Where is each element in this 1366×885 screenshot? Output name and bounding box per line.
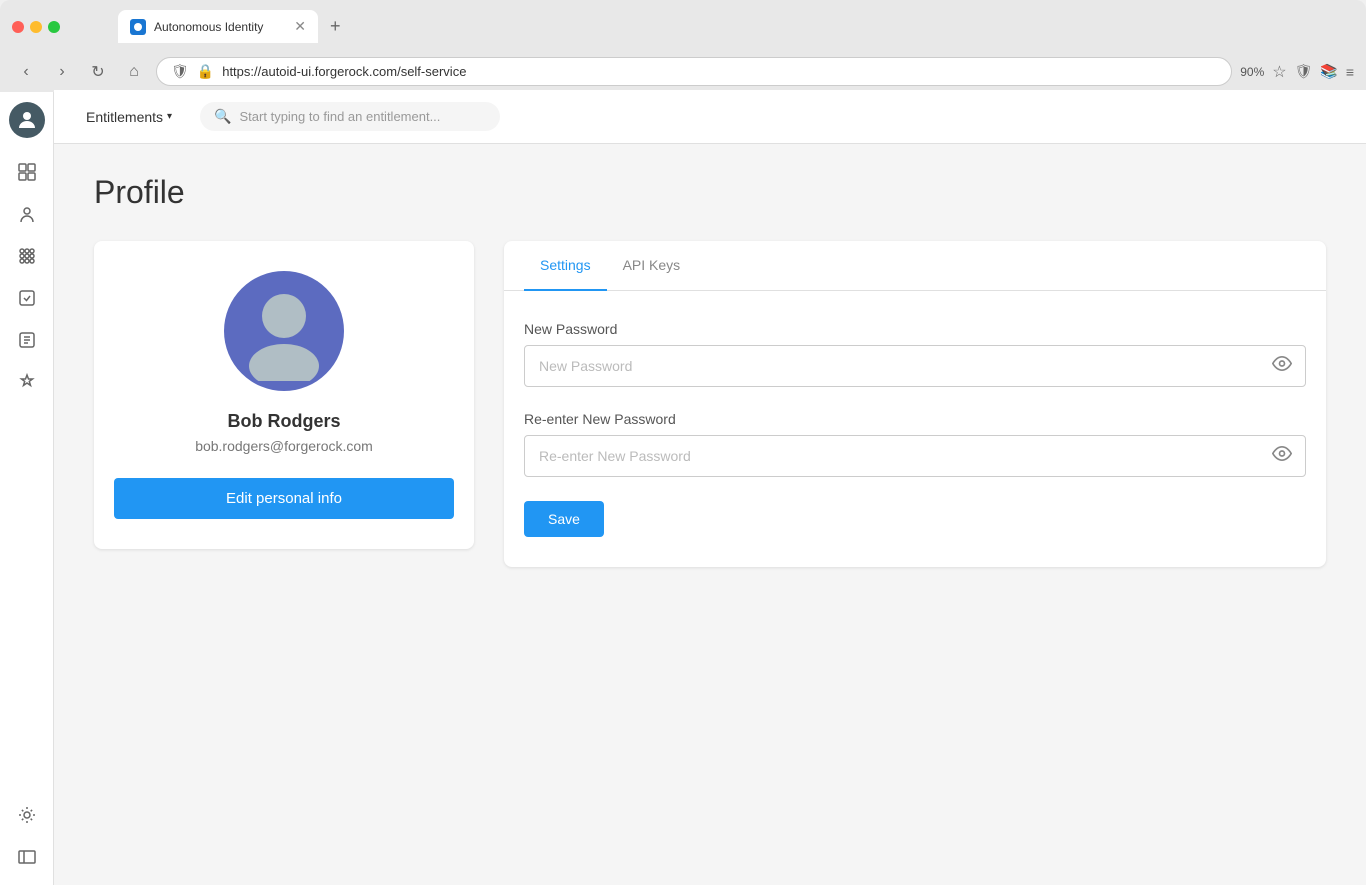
new-password-wrapper [524, 345, 1306, 387]
app-container: Entitlements ▾ 🔍 Start typing to find an… [0, 92, 1366, 885]
sidebar-item-settings[interactable] [9, 797, 45, 833]
search-icon: 🔍 [214, 108, 231, 125]
sidebar-item-dashboard[interactable] [9, 154, 45, 190]
dropdown-chevron-icon: ▾ [167, 111, 172, 122]
user-email: bob.rodgers@forgerock.com [195, 438, 373, 454]
page-title: Profile [94, 174, 1326, 211]
sidebar-item-users[interactable] [9, 196, 45, 232]
tab-favicon [130, 19, 146, 35]
toggle-re-enter-password-visibility-icon[interactable] [1272, 444, 1292, 469]
sidebar-item-rules[interactable] [9, 364, 45, 400]
lock-icon: 🔒 [197, 63, 214, 80]
tab-content-settings: New Password Re-enter New Password [504, 291, 1326, 567]
entitlements-dropdown[interactable]: Entitlements ▾ [74, 103, 184, 131]
entitlements-label: Entitlements [86, 109, 163, 125]
browser-chrome: Autonomous Identity ✕ + ‹ › ↻ ⌂ 🛡 🔒 http… [0, 0, 1366, 92]
minimize-window-button[interactable] [30, 21, 42, 33]
tab-settings[interactable]: Settings [524, 241, 607, 291]
user-avatar[interactable] [9, 102, 45, 138]
back-button[interactable]: ‹ [12, 58, 40, 86]
home-button[interactable]: ⌂ [120, 58, 148, 86]
sidebar-item-reports[interactable] [9, 322, 45, 358]
new-tab-button[interactable]: + [322, 12, 349, 41]
sidebar [0, 92, 54, 885]
settings-panel: Settings API Keys New Password [504, 241, 1326, 567]
window-controls [12, 21, 60, 33]
forward-button[interactable]: › [48, 58, 76, 86]
tabs: Settings API Keys [504, 241, 1326, 291]
save-button[interactable]: Save [524, 501, 604, 537]
re-enter-password-input[interactable] [524, 435, 1306, 477]
browser-right-icons: 🛡 📚 ≡ [1295, 63, 1354, 80]
url-display[interactable]: https://autoid-ui.forgerock.com/self-ser… [222, 64, 1217, 79]
bookmark-star-icon[interactable]: ☆ [1272, 62, 1286, 82]
shield-icon: 🛡 [171, 63, 189, 80]
zoom-level: 90% [1240, 65, 1264, 79]
menu-icon[interactable]: ≡ [1346, 64, 1354, 80]
close-window-button[interactable] [12, 21, 24, 33]
user-name: Bob Rodgers [227, 411, 340, 432]
profile-card: Bob Rodgers bob.rodgers@forgerock.com Ed… [94, 241, 474, 549]
tab-api-keys[interactable]: API Keys [607, 241, 697, 291]
library-icon: 📚 [1320, 63, 1337, 80]
re-enter-password-label: Re-enter New Password [524, 411, 1306, 427]
avatar [224, 271, 344, 391]
new-password-label: New Password [524, 321, 1306, 337]
content-layout: Bob Rodgers bob.rodgers@forgerock.com Ed… [94, 241, 1326, 567]
new-password-input[interactable] [524, 345, 1306, 387]
search-placeholder: Start typing to find an entitlement... [240, 109, 441, 124]
close-tab-button[interactable]: ✕ [294, 18, 306, 35]
address-bar[interactable]: 🛡 🔒 https://autoid-ui.forgerock.com/self… [156, 57, 1232, 86]
refresh-button[interactable]: ↻ [84, 58, 112, 86]
toggle-new-password-visibility-icon[interactable] [1272, 354, 1292, 379]
sidebar-item-collapse[interactable] [9, 839, 45, 875]
browser-titlebar: Autonomous Identity ✕ + [0, 0, 1366, 51]
re-enter-password-wrapper [524, 435, 1306, 477]
search-bar[interactable]: 🔍 Start typing to find an entitlement... [200, 102, 500, 131]
main-content: Profile Bob Rodgers bob.rodgers@forgeroc… [54, 144, 1366, 883]
sidebar-item-apps[interactable] [9, 238, 45, 274]
sidebar-item-tasks[interactable] [9, 280, 45, 316]
maximize-window-button[interactable] [48, 21, 60, 33]
active-browser-tab[interactable]: Autonomous Identity ✕ [118, 10, 318, 43]
top-navigation: Entitlements ▾ 🔍 Start typing to find an… [54, 90, 1366, 144]
browser-toolbar: ‹ › ↻ ⌂ 🛡 🔒 https://autoid-ui.forgerock.… [0, 51, 1366, 92]
edit-personal-info-button[interactable]: Edit personal info [114, 478, 454, 519]
tab-title: Autonomous Identity [154, 20, 286, 34]
shield-guard-icon: 🛡 [1295, 63, 1313, 80]
